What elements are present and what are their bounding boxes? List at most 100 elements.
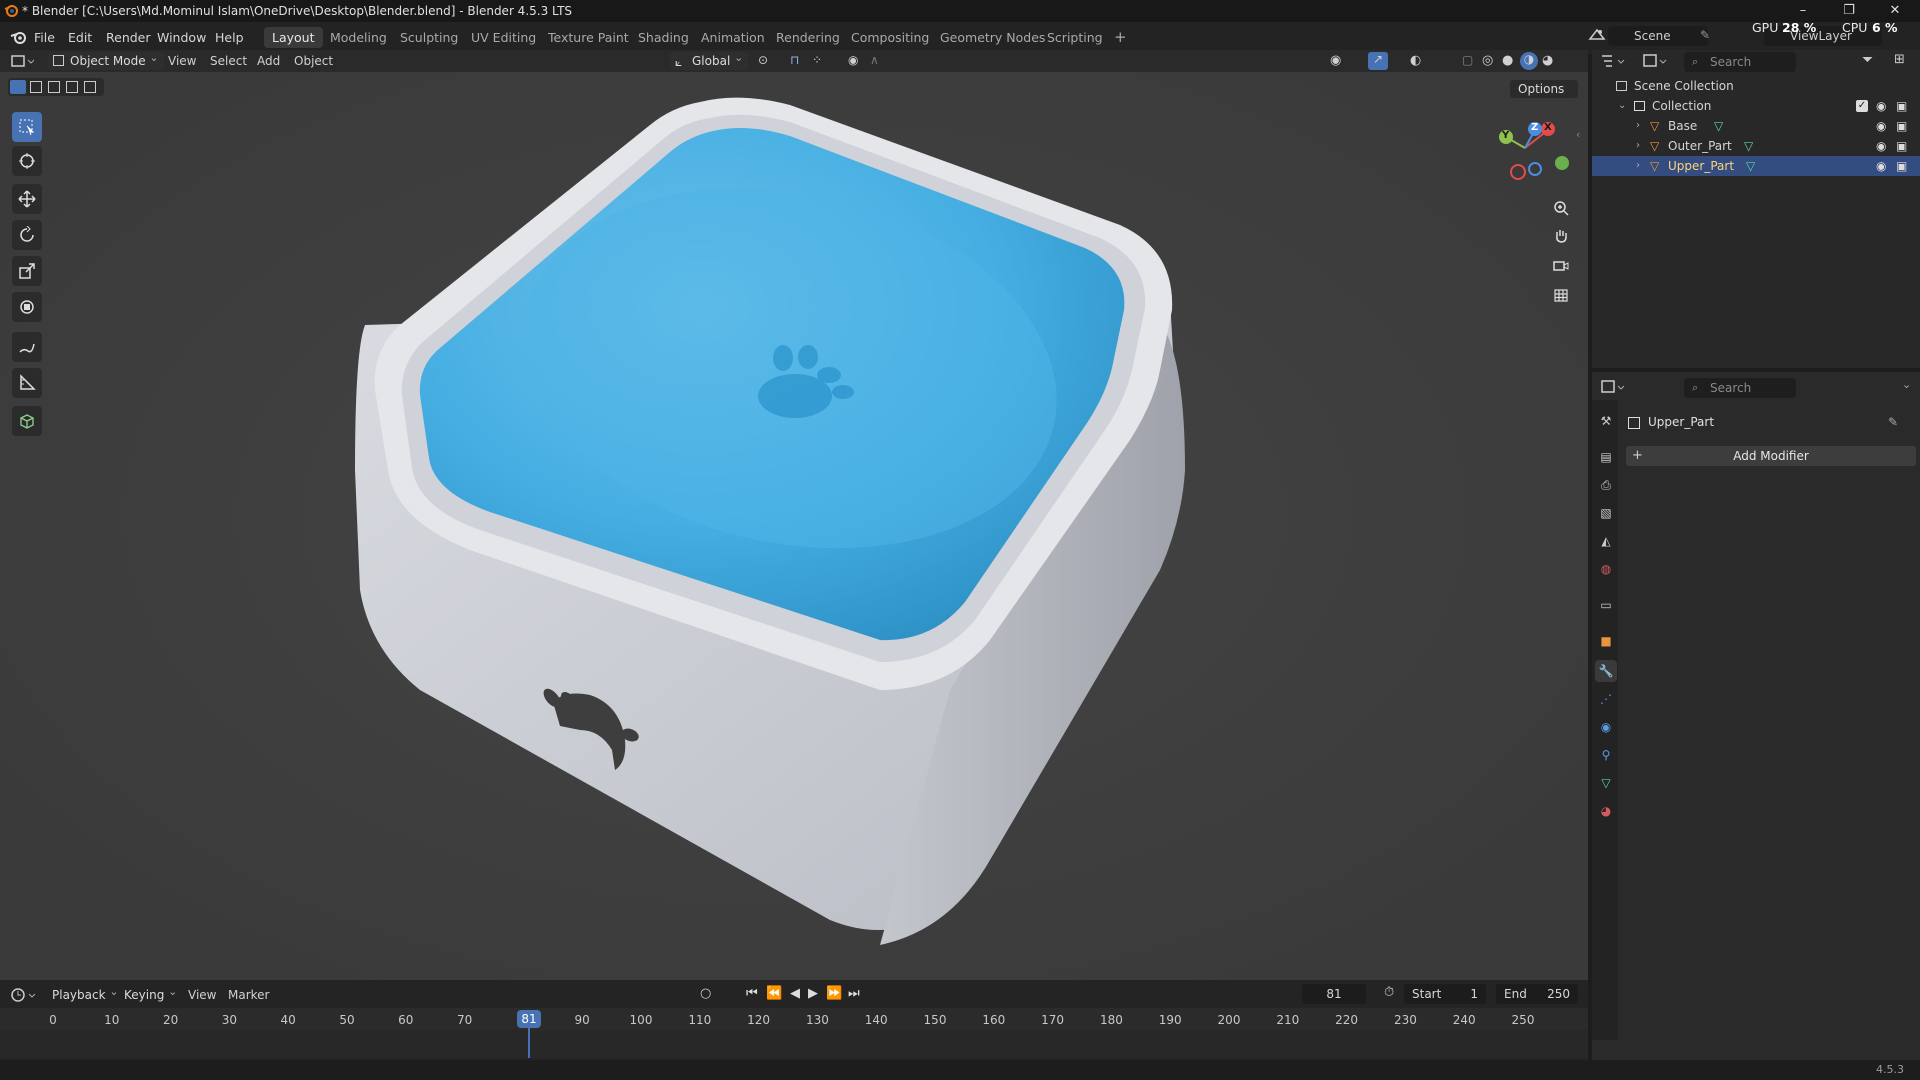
falloff-icon[interactable]: ∧ <box>870 53 879 67</box>
play-icon[interactable]: ▶ <box>808 986 818 1001</box>
close-button[interactable]: ✕ <box>1886 2 1904 20</box>
tab-world[interactable]: ◍ <box>1595 558 1617 580</box>
outliner-search-input[interactable]: ⌕ Search <box>1684 52 1796 72</box>
xray-icon[interactable]: ▢ <box>1462 53 1473 67</box>
orientation-dropdown[interactable]: ⟀ Global <box>670 49 749 70</box>
measure-tool[interactable] <box>12 368 42 398</box>
zoom-button[interactable] <box>1548 195 1574 221</box>
select-box-tool[interactable] <box>12 112 42 142</box>
menu-render[interactable]: Render <box>106 30 151 45</box>
timeline-editor-icon[interactable] <box>10 986 38 1004</box>
move-tool[interactable] <box>12 184 42 214</box>
tree-row-object-selected[interactable]: › ▽ Upper_Part ▽ ◉ ▣ <box>1592 156 1920 176</box>
select-intersect-icon[interactable] <box>84 81 96 93</box>
chevron-down-icon[interactable]: ⌄ <box>1902 378 1911 391</box>
transform-tool[interactable] <box>12 292 42 322</box>
tab-sculpting[interactable]: Sculpting <box>392 27 466 48</box>
jump-end-icon[interactable]: ⏭ <box>848 986 860 1001</box>
tree-row-object[interactable]: › ▽ Base ▽ ◉ ▣ <box>1592 116 1920 136</box>
minimize-button[interactable]: – <box>1794 2 1812 20</box>
end-frame-field[interactable]: End 250 <box>1496 984 1578 1004</box>
mesh-data-icon[interactable]: ▽ <box>1714 116 1723 136</box>
pan-button[interactable] <box>1548 222 1574 248</box>
playhead-frame-badge[interactable]: 81 <box>517 1010 541 1028</box>
select-subtract-icon[interactable] <box>48 81 60 93</box>
tab-scene[interactable]: ◭ <box>1595 530 1617 552</box>
tab-modeling[interactable]: Modeling <box>322 27 395 48</box>
expand-arrow-icon[interactable]: › <box>1636 116 1640 136</box>
pin-icon[interactable]: ✎ <box>1888 415 1898 429</box>
timeline-view-menu[interactable]: View <box>188 988 216 1002</box>
rotate-tool[interactable] <box>12 220 42 250</box>
playhead-line[interactable] <box>528 1028 530 1058</box>
visibility-eye-icon[interactable]: ◉ <box>1876 136 1886 156</box>
view-menu[interactable]: View <box>168 54 196 68</box>
cursor-tool[interactable] <box>12 146 42 176</box>
pin-icon[interactable]: ✎ <box>1700 28 1710 42</box>
visibility-eye-icon[interactable]: ◉ <box>1876 96 1886 116</box>
display-mode-icon[interactable] <box>1642 52 1668 70</box>
keying-menu[interactable]: Keying <box>118 983 182 1004</box>
maximize-button[interactable]: ❐ <box>1840 2 1858 20</box>
render-camera-icon[interactable]: ▣ <box>1896 96 1907 116</box>
snap-target-icon[interactable]: ⁘ <box>812 53 822 67</box>
perspective-toggle-button[interactable] <box>1548 282 1574 308</box>
expand-arrow-icon[interactable]: › <box>1636 156 1640 176</box>
collapse-sidebar-icon[interactable]: ‹ <box>1576 128 1580 141</box>
scale-tool[interactable] <box>12 256 42 286</box>
options-dropdown[interactable]: Options <box>1510 80 1578 98</box>
tab-output[interactable]: ⎙ <box>1595 474 1617 496</box>
select-menu[interactable]: Select <box>210 54 247 68</box>
tree-row-object[interactable]: › ▽ Outer_Part ▽ ◉ ▣ <box>1592 136 1920 156</box>
menu-edit[interactable]: Edit <box>68 30 92 45</box>
pivot-icon[interactable]: ⊙ <box>758 53 768 67</box>
add-cube-tool[interactable] <box>12 406 42 436</box>
preview-range-icon[interactable]: ⏱ <box>1384 985 1394 1000</box>
gizmo-toggle-icon[interactable]: ↗ <box>1368 52 1388 70</box>
tab-constraints[interactable]: ⚲ <box>1595 744 1617 766</box>
rendered-shading-icon[interactable]: ◕ <box>1542 53 1553 68</box>
tab-texture-paint[interactable]: Texture Paint <box>540 27 637 48</box>
proportional-edit-icon[interactable]: ◉ <box>848 53 858 67</box>
tab-tool[interactable]: ⚒ <box>1595 410 1617 432</box>
scene-selector[interactable]: Scene <box>1608 26 1708 46</box>
tab-uv-editing[interactable]: UV Editing <box>463 27 544 48</box>
menu-file[interactable]: File <box>34 30 55 45</box>
current-frame-field[interactable]: 81 <box>1302 984 1366 1004</box>
timeline-track-area[interactable] <box>0 1030 1588 1058</box>
outliner-editor-icon[interactable] <box>1600 52 1626 70</box>
visibility-eye-icon[interactable]: ◉ <box>1876 116 1886 136</box>
tab-geometry-nodes[interactable]: Geometry Nodes <box>932 27 1053 48</box>
play-reverse-icon[interactable]: ◀ <box>790 986 800 1001</box>
playback-menu[interactable]: Playback <box>46 983 124 1004</box>
material-shading-icon[interactable]: ◑ <box>1520 52 1538 70</box>
menu-help[interactable]: Help <box>215 30 244 45</box>
tab-collection[interactable]: ▭ <box>1595 594 1617 616</box>
properties-search-input[interactable]: ⌕ Search <box>1684 378 1796 398</box>
jump-start-icon[interactable]: ⏮ <box>746 986 758 1001</box>
snap-icon[interactable]: ⊓ <box>790 53 799 67</box>
add-menu[interactable]: Add <box>257 54 280 68</box>
tab-view-layer[interactable]: ▧ <box>1595 502 1617 524</box>
prev-keyframe-icon[interactable]: ⏪ <box>766 986 782 1001</box>
select-new-icon[interactable] <box>10 80 26 94</box>
tab-data[interactable]: ▽ <box>1595 772 1617 794</box>
properties-editor-icon[interactable] <box>1600 378 1626 396</box>
tab-compositing[interactable]: Compositing <box>843 27 937 48</box>
camera-view-button[interactable] <box>1548 252 1574 278</box>
render-camera-icon[interactable]: ▣ <box>1896 136 1907 156</box>
visibility-icon[interactable]: ◉ <box>1330 53 1341 68</box>
expand-chevron-icon[interactable]: ⌄ <box>1618 96 1626 116</box>
tab-animation[interactable]: Animation <box>693 27 773 48</box>
tab-object[interactable]: ■ <box>1595 630 1617 652</box>
filter-icon[interactable]: ⏷ <box>1862 52 1873 68</box>
tab-rendering[interactable]: Rendering <box>768 27 848 48</box>
tree-row-collection[interactable]: ⌄ Collection ✓ ◉ ▣ <box>1592 96 1920 116</box>
tab-modifiers[interactable]: 🔧 <box>1595 660 1617 682</box>
new-collection-icon[interactable]: ⊞ <box>1894 52 1905 67</box>
wireframe-shading-icon[interactable]: ◎ <box>1482 53 1493 68</box>
exclude-checkbox[interactable]: ✓ <box>1856 100 1868 112</box>
editor-type-icon[interactable] <box>10 52 34 70</box>
next-keyframe-icon[interactable]: ⏩ <box>826 986 842 1001</box>
mesh-data-icon[interactable]: ▽ <box>1746 156 1755 176</box>
